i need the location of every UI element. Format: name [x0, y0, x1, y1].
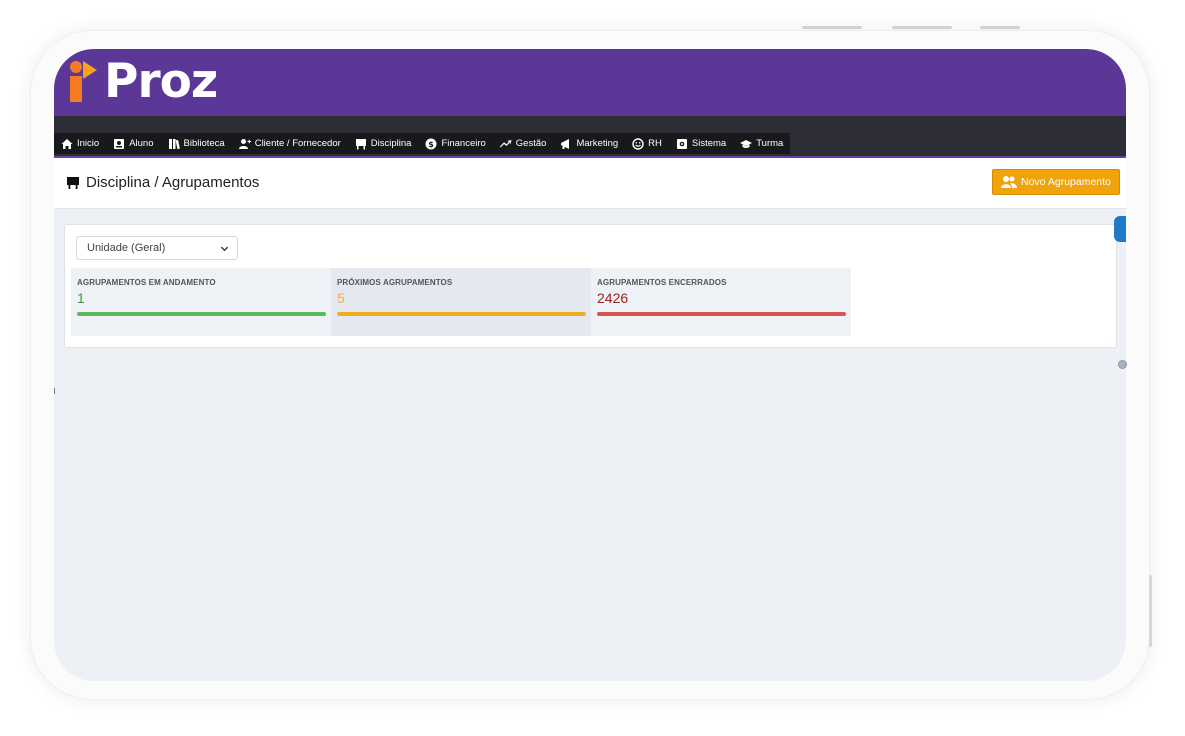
home-icon [61, 138, 73, 149]
brand-logo[interactable]: Proz [68, 54, 218, 109]
device-side-button [1149, 575, 1152, 647]
graduation-cap-icon [740, 139, 753, 148]
stat-value: 1 [77, 290, 85, 306]
page-title-text: Disciplina / Agrupamentos [86, 174, 260, 191]
user-plus-icon [238, 138, 251, 149]
gear-icon [676, 138, 687, 149]
app-screen: Proz Inicio Aluno Biblioteca Cliente / F… [54, 49, 1126, 681]
app-header: Proz [54, 49, 1126, 116]
stat-label: PRÓXIMOS AGRUPAMENTOS [337, 278, 453, 287]
nav-item-aluno[interactable]: Aluno [106, 133, 160, 154]
trend-icon [499, 139, 512, 147]
chalkboard-icon [355, 138, 366, 149]
stat-label: AGRUPAMENTOS EM ANDAMENTO [77, 278, 216, 287]
stat-card-upcoming[interactable]: PRÓXIMOS AGRUPAMENTOS 5 [331, 268, 591, 336]
stat-bar [597, 312, 846, 316]
nav-item-label: Disciplina [370, 138, 412, 149]
summary-panel: Unidade (Geral) AGRUPAMENTOS EM ANDAMENT… [64, 224, 1117, 348]
stat-label: AGRUPAMENTOS ENCERRADOS [597, 278, 727, 287]
new-grouping-button[interactable]: Novo Agrupamento [992, 169, 1120, 195]
nav-item-label: Turma [756, 138, 784, 149]
chalkboard-icon [67, 176, 79, 189]
scroll-indicator[interactable] [1118, 360, 1127, 369]
nav-item-label: Inicio [77, 138, 100, 149]
decorative-mark [54, 388, 55, 394]
nav-menu: Inicio Aluno Biblioteca Cliente / Fornec… [54, 133, 791, 154]
svg-text:$: $ [429, 140, 435, 149]
nav-item-gestao[interactable]: Gestão [493, 133, 554, 154]
users-icon [1001, 176, 1017, 188]
page-title: Disciplina / Agrupamentos [66, 174, 259, 191]
decorative-dash [802, 26, 862, 29]
books-icon [168, 138, 180, 149]
stat-card-closed[interactable]: AGRUPAMENTOS ENCERRADOS 2426 [591, 268, 851, 336]
logo-mark-icon [68, 59, 98, 105]
side-help-tab[interactable] [1114, 216, 1126, 242]
id-card-icon [114, 138, 125, 149]
nav-item-cliente-fornecedor[interactable]: Cliente / Fornecedor [232, 133, 348, 154]
stat-bar [337, 312, 586, 316]
page-header: Disciplina / Agrupamentos Novo Agrupamen… [54, 158, 1126, 209]
chevron-down-icon [220, 246, 229, 251]
nav-item-biblioteca[interactable]: Biblioteca [161, 133, 232, 154]
decorative-dash [892, 26, 952, 29]
nav-item-label: Sistema [691, 138, 727, 149]
brand-name: Proz [104, 54, 218, 109]
new-grouping-label: Novo Agrupamento [1021, 176, 1111, 188]
nav-item-label: Biblioteca [183, 138, 225, 149]
nav-item-disciplina[interactable]: Disciplina [348, 133, 419, 154]
nav-item-turma[interactable]: Turma [733, 133, 790, 154]
stat-card-in-progress[interactable]: AGRUPAMENTOS EM ANDAMENTO 1 [71, 268, 331, 336]
nav-item-rh[interactable]: RH [625, 133, 669, 154]
stat-value: 2426 [597, 290, 629, 306]
nav-item-inicio[interactable]: Inicio [54, 133, 106, 154]
smiley-icon [632, 137, 644, 150]
dollar-circle-icon: $ [425, 138, 437, 149]
main-navbar: Inicio Aluno Biblioteca Cliente / Fornec… [54, 116, 1126, 157]
nav-item-sistema[interactable]: Sistema [669, 133, 733, 154]
megaphone-icon [561, 138, 570, 149]
nav-item-label: Cliente / Fornecedor [254, 138, 341, 149]
stat-bar [77, 312, 326, 316]
nav-item-label: Marketing [576, 138, 619, 149]
stat-value: 5 [337, 290, 345, 306]
nav-item-marketing[interactable]: Marketing [553, 133, 625, 154]
nav-item-financeiro[interactable]: $ Financeiro [418, 133, 492, 154]
nav-item-label: Aluno [129, 138, 154, 149]
nav-item-label: RH [648, 138, 662, 149]
unit-select-value: Unidade (Geral) [87, 242, 166, 254]
unit-select[interactable]: Unidade (Geral) [76, 236, 238, 260]
decorative-dash [980, 26, 1020, 29]
nav-item-label: Financeiro [441, 138, 486, 149]
nav-item-label: Gestão [515, 138, 547, 149]
